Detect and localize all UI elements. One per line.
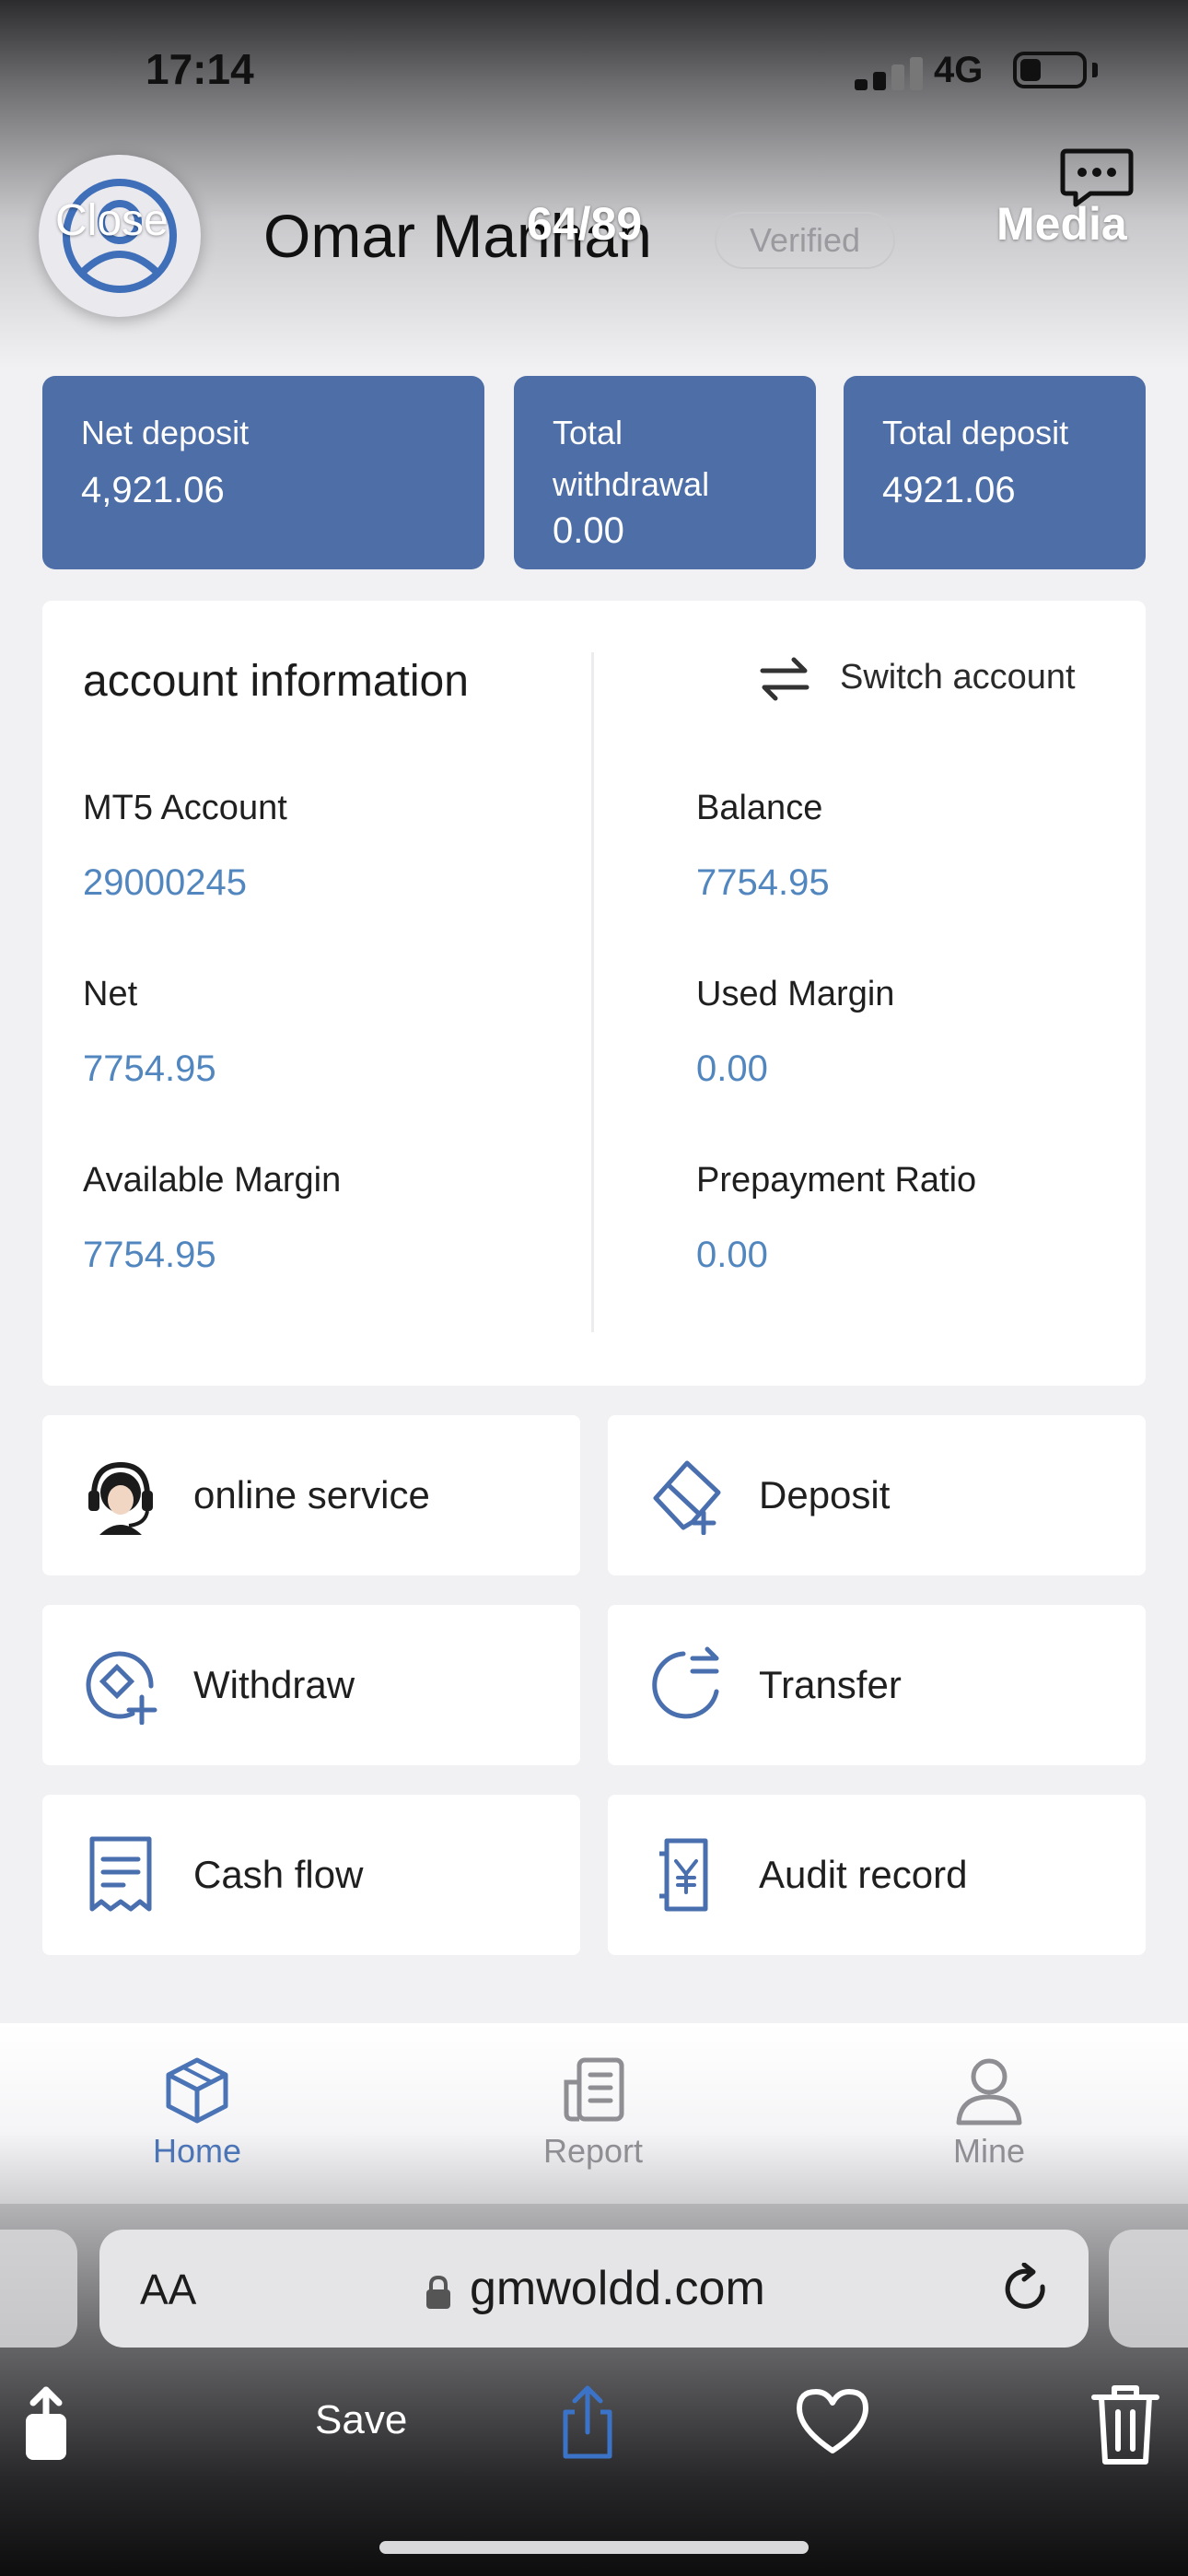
nav-label: Report [542, 2132, 644, 2170]
deposit-button[interactable]: Deposit [608, 1415, 1146, 1575]
report-icon [564, 2057, 624, 2122]
share-icon[interactable] [20, 2386, 85, 2464]
field-value-balance: 7754.95 [696, 862, 830, 903]
reload-icon[interactable] [1002, 2263, 1052, 2316]
media-button[interactable]: Media [996, 197, 1127, 251]
stat-card-total-withdrawal: Total withdrawal 0.00 [514, 376, 816, 569]
withdraw-icon [86, 1651, 157, 1725]
tile-label: Withdraw [193, 1663, 355, 1706]
tile-label: Cash flow [193, 1853, 364, 1896]
status-time: 17:14 [146, 45, 254, 93]
signal-icon [855, 57, 925, 90]
reader-settings-button[interactable]: AA [140, 2265, 196, 2314]
save-button[interactable]: Save [315, 2397, 407, 2443]
audit-record-button[interactable]: Audit record [608, 1795, 1146, 1955]
field-label-used-margin: Used Margin [696, 975, 895, 1013]
browser-share-icon[interactable] [558, 2384, 617, 2460]
transfer-icon [652, 1646, 719, 1719]
network-type: 4G [934, 50, 984, 90]
headset-icon [88, 1461, 153, 1535]
online-service-button[interactable]: online service [42, 1415, 580, 1575]
field-value-used-margin: 0.00 [696, 1048, 768, 1089]
stat-card-total-deposit: Total deposit 4921.06 [844, 376, 1146, 569]
stat-value: 0.00 [553, 510, 624, 551]
nav-report[interactable]: Report [473, 2055, 713, 2171]
field-value-mt5-account: 29000245 [83, 862, 247, 903]
tile-label: Deposit [759, 1473, 891, 1516]
nav-label: Mine [952, 2132, 1026, 2170]
nav-home[interactable]: Home [77, 2055, 317, 2171]
stat-label: Total deposit [882, 414, 1069, 451]
cube-icon [166, 2057, 228, 2124]
stat-value: 4921.06 [882, 470, 1016, 510]
field-label-balance: Balance [696, 789, 823, 827]
receipt-icon [89, 1836, 152, 1912]
previous-tab-preview[interactable] [0, 2230, 77, 2348]
withdraw-button[interactable]: Withdraw [42, 1605, 580, 1765]
field-label-mt5-account: MT5 Account [83, 789, 287, 827]
heart-icon[interactable] [794, 2386, 871, 2456]
next-tab-preview[interactable] [1109, 2230, 1188, 2348]
field-label-net: Net [83, 975, 138, 1013]
verified-badge: Verified [715, 212, 895, 269]
trash-icon[interactable] [1090, 2383, 1160, 2467]
battery-icon [1013, 52, 1087, 88]
stat-card-net-deposit: Net deposit 4,921.06 [42, 376, 484, 569]
nav-mine[interactable]: Mine [869, 2055, 1109, 2171]
url-text[interactable]: gmwoldd.com [470, 2261, 765, 2316]
transfer-button[interactable]: Transfer [608, 1605, 1146, 1765]
tile-label: online service [193, 1473, 430, 1516]
cash-flow-button[interactable]: Cash flow [42, 1795, 580, 1955]
user-icon [956, 2058, 1022, 2125]
nav-label: Home [152, 2132, 242, 2170]
lock-icon [426, 2275, 450, 2309]
yen-document-icon [659, 1838, 708, 1912]
tile-label: Audit record [759, 1853, 968, 1896]
battery-cap [1092, 63, 1098, 77]
switch-icon[interactable] [759, 656, 810, 702]
field-value-net: 7754.95 [83, 1048, 216, 1089]
field-label-prepayment-ratio: Prepayment Ratio [696, 1161, 977, 1200]
switch-account-button[interactable]: Switch account [840, 658, 1076, 697]
stat-label: Total withdrawal [553, 414, 710, 503]
close-button[interactable]: Close [55, 195, 169, 246]
tile-label: Transfer [759, 1663, 902, 1706]
home-indicator[interactable] [379, 2541, 809, 2554]
card-add-icon [653, 1460, 721, 1535]
field-label-available-margin: Available Margin [83, 1161, 342, 1200]
stat-label: Net deposit [81, 414, 250, 451]
field-value-available-margin: 7754.95 [83, 1235, 216, 1275]
media-counter: 64/89 [527, 198, 643, 250]
panel-divider [591, 652, 594, 1332]
field-value-prepayment-ratio: 0.00 [696, 1235, 768, 1275]
account-title: account information [83, 657, 469, 706]
stat-value: 4,921.06 [81, 470, 225, 510]
